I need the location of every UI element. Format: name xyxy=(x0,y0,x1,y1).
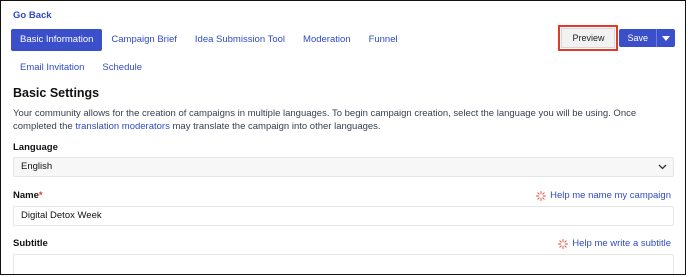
translation-moderators-link[interactable]: translation moderators xyxy=(75,121,170,132)
language-select[interactable]: English xyxy=(13,157,674,177)
subtitle-input[interactable] xyxy=(13,254,674,274)
tab-email-invitation[interactable]: Email Invitation xyxy=(11,57,93,79)
name-label: Name* xyxy=(13,190,43,201)
tab-row-2: Email Invitation Schedule xyxy=(11,57,571,79)
chevron-down-icon xyxy=(658,164,667,170)
subtitle-helper-text: Help me write a subtitle xyxy=(572,238,671,249)
caret-down-icon xyxy=(662,35,670,41)
preview-button[interactable]: Preview xyxy=(558,25,619,51)
required-marker: * xyxy=(38,190,43,201)
campaign-editor: Go Back Basic Information Campaign Brief… xyxy=(0,0,686,275)
tab-schedule[interactable]: Schedule xyxy=(93,57,151,79)
tab-moderation[interactable]: Moderation xyxy=(294,29,360,51)
save-options-button[interactable] xyxy=(656,29,675,47)
save-button[interactable]: Save xyxy=(619,29,656,47)
tab-row-1: Basic Information Campaign Brief Idea Su… xyxy=(11,29,571,51)
name-helper-text: Help me name my campaign xyxy=(550,190,671,201)
go-back-link[interactable]: Go Back xyxy=(13,10,52,21)
language-label: Language xyxy=(13,142,58,153)
tab-campaign-brief[interactable]: Campaign Brief xyxy=(102,29,185,51)
subtitle-helper-link[interactable]: Help me write a subtitle xyxy=(558,238,671,249)
sparkle-icon xyxy=(536,190,547,201)
name-helper-link[interactable]: Help me name my campaign xyxy=(536,190,671,201)
subtitle-label: Subtitle xyxy=(13,238,48,249)
tab-idea-submission-tool[interactable]: Idea Submission Tool xyxy=(186,29,294,51)
description-text-end: may translate the campaign into other la… xyxy=(169,121,381,132)
tab-bar: Basic Information Campaign Brief Idea Su… xyxy=(11,29,571,79)
name-input[interactable]: Digital Detox Week xyxy=(13,206,674,226)
name-input-value: Digital Detox Week xyxy=(21,210,102,221)
language-selected-value: English xyxy=(21,161,53,172)
section-description: Your community allows for the creation o… xyxy=(13,107,673,133)
tab-funnel[interactable]: Funnel xyxy=(360,29,407,51)
sparkle-icon xyxy=(558,238,569,249)
name-label-text: Name xyxy=(13,190,39,201)
section-title: Basic Settings xyxy=(13,86,100,100)
action-buttons: Preview Save xyxy=(558,25,675,51)
tab-basic-information[interactable]: Basic Information xyxy=(11,29,103,51)
